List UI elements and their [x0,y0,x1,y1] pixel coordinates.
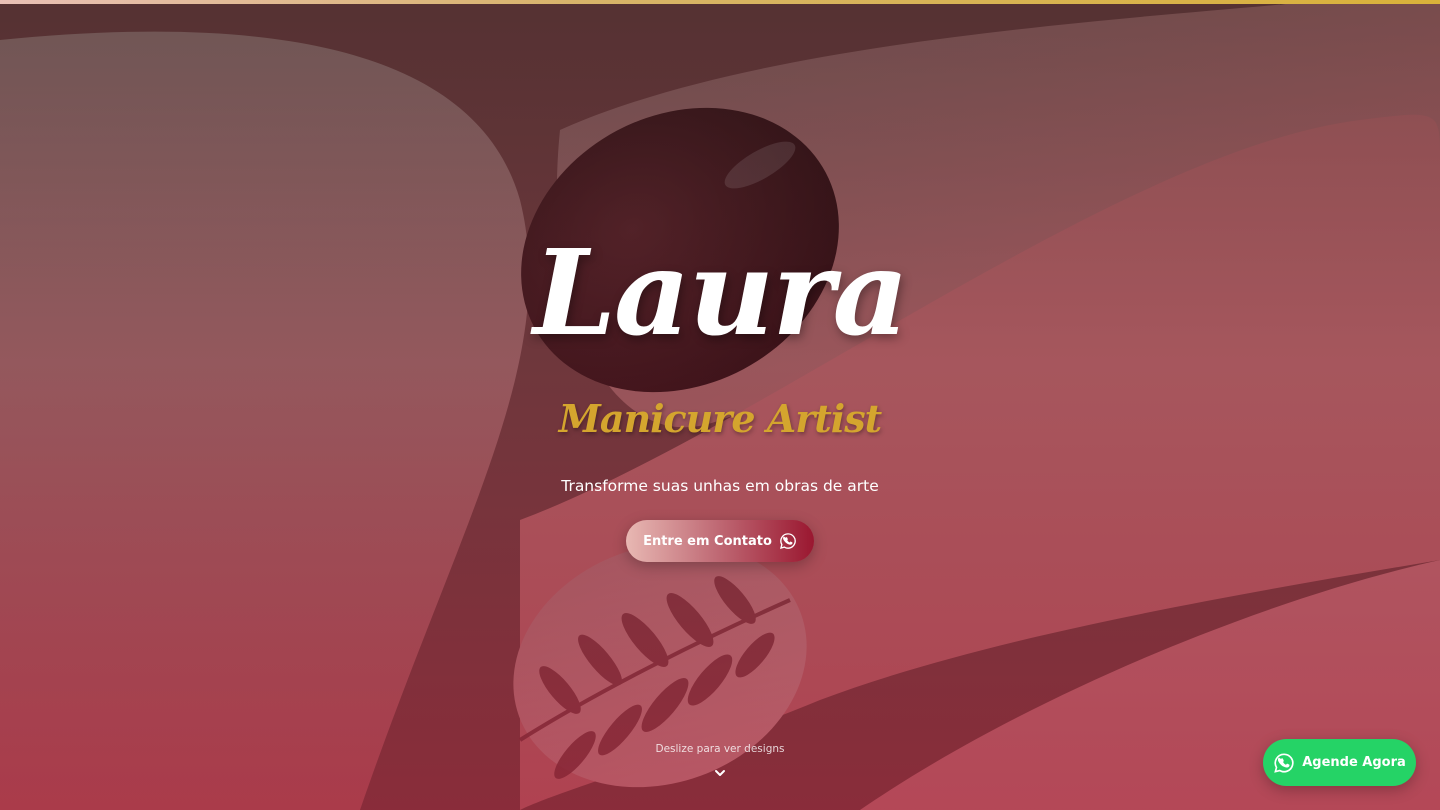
hero-content: Laura Manicure Artist Transforme suas un… [0,0,1440,810]
floating-whatsapp-label: Agende Agora [1302,755,1406,770]
chevron-down-icon[interactable] [712,765,728,781]
hero-section: Laura Manicure Artist Transforme suas un… [0,0,1440,810]
hero-tagline: Transforme suas unhas em obras de arte [561,477,879,495]
whatsapp-icon [779,533,796,549]
contact-button[interactable]: Entre em Contato [626,520,814,562]
whatsapp-icon [1274,752,1294,773]
brand-subtitle: Manicure Artist [558,396,882,441]
floating-whatsapp-button[interactable]: Agende Agora [1263,739,1416,786]
top-accent-bar [0,0,1440,4]
contact-button-label: Entre em Contato [643,533,772,549]
scroll-hint: Deslize para ver designs [655,743,785,755]
brand-name: Laura [533,223,909,362]
